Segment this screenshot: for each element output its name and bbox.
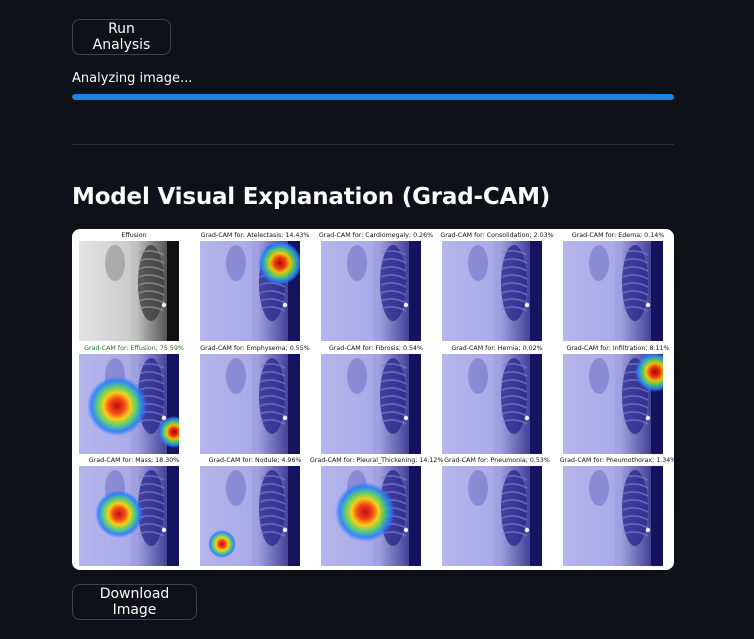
gradcam-figure: Effusion Grad-CAM for: Atelectasis; 14.43… [72, 229, 674, 570]
heatmap-hotspot [95, 490, 143, 538]
panel-caption: Grad-CAM for: Pneumothorax; 1.34% [559, 457, 674, 464]
heatmap-hotspot [208, 530, 236, 558]
heatmap-image [200, 241, 300, 341]
panel-caption: Grad-CAM for: Pneumonia; 0.53% [444, 457, 550, 464]
panel-caption: Grad-CAM for: Mass; 18.30% [88, 457, 180, 464]
heatmap-image [563, 466, 663, 566]
heatmap-hotspot [87, 376, 147, 436]
progress-bar [72, 94, 674, 100]
panel-caption: Grad-CAM for: Nodule; 4.96% [208, 457, 302, 464]
panel-caption: Effusion [121, 232, 147, 239]
progress-status-text: Analyzing image... [72, 71, 193, 86]
divider [72, 144, 674, 145]
heatmap-image [563, 354, 663, 454]
heatmap-image [79, 354, 179, 454]
panel-caption: Grad-CAM for: Cardiomegaly; 0.26% [318, 232, 434, 239]
heatmap-image [200, 466, 300, 566]
heatmap-image [442, 466, 542, 566]
panel-caption: Grad-CAM for: Fibrosis; 0.54% [328, 345, 424, 352]
heatmap-image [442, 354, 542, 454]
heatmap-image [321, 241, 421, 341]
progress-bar-fill [72, 94, 674, 100]
panel-caption: Grad-CAM for: Edema; 0.14% [571, 232, 665, 239]
heatmap-image [442, 241, 542, 341]
panel-caption: Grad-CAM for: Infiltration; 8.11% [566, 345, 670, 352]
download-image-button[interactable]: Download Image [72, 584, 197, 620]
heatmap-hotspot [258, 241, 300, 285]
panel-caption: Grad-CAM for: Pleural_Thickening; 14.12% [310, 457, 444, 464]
panel-caption: Grad-CAM for: Atelectasis; 14.43% [200, 232, 310, 239]
heatmap-image [200, 354, 300, 454]
panel-caption: Grad-CAM for: Consolidation; 2.03% [440, 232, 554, 239]
heatmap-image [79, 466, 179, 566]
heatmap-image [321, 466, 421, 566]
panel-caption: Grad-CAM for: Effusion; 75.59% [84, 345, 184, 352]
heatmap-hotspot [335, 482, 395, 542]
heatmap-image [321, 354, 421, 454]
run-analysis-button[interactable]: Run Analysis [72, 19, 171, 55]
panel-caption: Grad-CAM for: Hernia; 0.02% [451, 345, 543, 352]
section-title: Model Visual Explanation (Grad-CAM) [72, 184, 551, 210]
heatmap-image [563, 241, 663, 341]
panel-caption: Grad-CAM for: Emphysema; 0.55% [200, 345, 310, 352]
xray-image [79, 241, 179, 341]
